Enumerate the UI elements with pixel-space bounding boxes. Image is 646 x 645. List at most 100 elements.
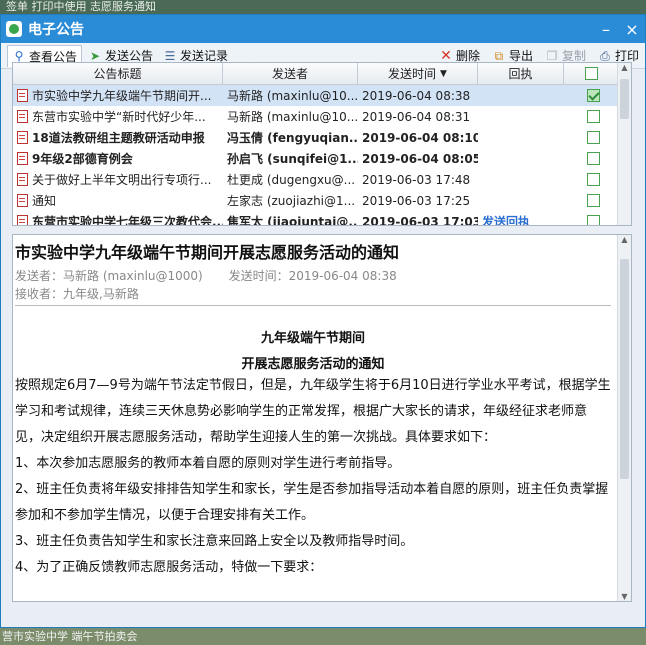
list-scroll-thumb[interactable]	[620, 79, 629, 119]
detail-send-time: 发送时间：2019-06-04 08:38	[228, 269, 397, 283]
detail-body: 按照规定6月7—9号为端午节法定节假日，但是，九年级学生将于6月10日进行学业水…	[15, 373, 611, 581]
detail-scroll-thumb[interactable]	[620, 259, 629, 479]
column-header-title[interactable]: 公告标题	[13, 63, 223, 84]
table-row[interactable]: 9年级2部德育例会 孙启飞 (sunqifei@1... 2019-06-04 08…	[13, 148, 631, 169]
row-title: 关于做好上半年文明出行专项行...	[32, 173, 212, 187]
scroll-up-icon[interactable]: ▲	[618, 63, 631, 72]
sort-down-icon: ▼	[440, 68, 447, 79]
row-checkbox[interactable]	[587, 173, 600, 186]
close-button[interactable]: ×	[619, 15, 645, 43]
document-icon	[17, 194, 28, 207]
detail-paragraph: 4、为了正确反馈教师志愿服务活动，特做一下要求：	[15, 560, 323, 575]
minimize-button[interactable]: –	[593, 15, 619, 43]
row-checkbox-cell	[564, 89, 619, 102]
row-checkbox[interactable]	[587, 194, 600, 207]
detail-heading-1: 九年级端午节期间	[260, 331, 365, 346]
column-header-time-label: 发送时间	[388, 67, 437, 81]
document-icon	[17, 89, 28, 102]
table-row[interactable]: 市实验中学九年级端午节期间开... 马新路 (maxinlu@10... 2019-…	[13, 85, 631, 106]
column-header-receipt[interactable]: 回执	[478, 63, 564, 84]
row-title-cell: 通知	[13, 192, 223, 209]
document-icon	[17, 110, 28, 123]
document-icon	[17, 215, 28, 225]
detail-meta: 发送者：马新路 (maxinlu@1000) 发送时间：2019-06-04 0…	[15, 267, 419, 284]
export-icon: ⧉	[494, 48, 504, 63]
row-checkbox-cell	[564, 215, 619, 225]
document-icon	[17, 152, 28, 165]
row-title: 市实验中学九年级端午节期间开...	[32, 89, 212, 103]
row-time: 2019-06-03 17:03	[362, 214, 478, 226]
detail-divider	[15, 305, 611, 306]
list-header: 公告标题 发送者 发送时间 ▼ 回执	[13, 63, 631, 85]
row-title: 东营市实验中学七年级三次教代会...	[32, 215, 223, 226]
detail-paragraph: 3、班主任负责告知学生和家长注意来回路上安全以及教师指导时间。	[15, 534, 414, 549]
row-sender: 焦军太 (jiaojuntai@...	[227, 215, 358, 226]
list-icon: ☰	[164, 48, 176, 63]
row-time: 2019-06-04 08:38	[362, 88, 471, 103]
document-icon	[17, 131, 28, 144]
table-row[interactable]: 通知 左家志 (zuojiazhi@1... 2019-06-03 17:25	[13, 190, 631, 211]
row-title: 通知	[32, 194, 57, 208]
table-row[interactable]: 东营市实验中学七年级三次教代会... 焦军太 (jiaojuntai@... 201…	[13, 211, 631, 226]
send-arrow-icon: ➤	[89, 48, 101, 63]
title-bar[interactable]: 电子公告 – ×	[1, 15, 645, 43]
row-checkbox[interactable]	[587, 131, 600, 144]
list-scrollbar[interactable]: ▲	[617, 63, 631, 225]
row-sender: 马新路 (maxinlu@10...	[227, 110, 358, 124]
row-checkbox-cell	[564, 131, 619, 144]
row-title: 18道法教研组主题教研活动申报	[32, 131, 205, 145]
column-header-sender[interactable]: 发送者	[223, 63, 358, 84]
row-checkbox[interactable]	[587, 152, 600, 165]
printer-icon: ⎙	[600, 48, 610, 63]
pane-splitter[interactable]	[12, 226, 632, 234]
announcement-detail: 市实验中学九年级端午节期间开展志愿服务活动的通知 发送者：马新路 (maxinl…	[12, 234, 632, 602]
row-title-cell: 东营市实验中学“新时代好少年...	[13, 108, 223, 125]
detail-sender: 发送者：马新路 (maxinlu@1000)	[15, 269, 203, 283]
table-row[interactable]: 东营市实验中学“新时代好少年... 马新路 (maxinlu@10... 2019-…	[13, 106, 631, 127]
row-title-cell: 18道法教研组主题教研活动申报	[13, 129, 223, 146]
table-row[interactable]: 关于做好上半年文明出行专项行... 杜更成 (dugengxu@... 2019-0…	[13, 169, 631, 190]
row-sender: 左家志 (zuojiazhi@1...	[227, 194, 356, 208]
row-checkbox[interactable]	[587, 215, 600, 225]
column-header-time[interactable]: 发送时间 ▼	[358, 63, 478, 84]
row-checkbox-cell	[564, 194, 619, 207]
row-sender: 马新路 (maxinlu@10...	[227, 89, 358, 103]
detail-paragraph: 按照规定6月7—9号为端午节法定节假日，但是，九年级学生将于6月10日进行学业水…	[15, 378, 611, 445]
scroll-down-icon[interactable]: ▼	[618, 592, 631, 601]
desktop-bottom-strip: 营市实验中学 端午节拍卖会	[0, 628, 646, 645]
select-all-checkbox[interactable]	[585, 67, 598, 80]
copy-icon: ❐	[546, 48, 558, 63]
row-checkbox[interactable]	[587, 110, 600, 123]
row-time: 2019-06-03 17:25	[362, 193, 471, 208]
detail-heading-2: 开展志愿服务活动的通知	[241, 357, 385, 372]
detail-title: 市实验中学九年级端午节期间开展志愿服务活动的通知	[15, 243, 400, 262]
row-time: 2019-06-04 08:10	[362, 130, 478, 145]
row-title-cell: 关于做好上半年文明出行专项行...	[13, 171, 223, 188]
row-sender: 杜更成 (dugengxu@...	[227, 173, 356, 187]
row-time: 2019-06-04 08:05	[362, 151, 478, 166]
detail-recipients: 接收者：九年级,马新路	[15, 287, 139, 301]
detail-paragraph: 1、本次参加志愿服务的教师本着自愿的原则对学生进行考前指导。	[15, 456, 401, 471]
scroll-up-icon[interactable]: ▲	[618, 235, 631, 244]
column-header-select-all[interactable]	[564, 63, 619, 84]
row-receipt[interactable]: 发送回执	[478, 213, 564, 225]
window-title: 电子公告	[28, 22, 84, 38]
row-title-cell: 市实验中学九年级端午节期间开...	[13, 87, 223, 104]
row-title-cell: 东营市实验中学七年级三次教代会...	[13, 213, 223, 226]
detail-scrollbar[interactable]: ▲ ▼	[617, 235, 631, 601]
row-time: 2019-06-04 08:31	[362, 109, 471, 124]
table-row[interactable]: 18道法教研组主题教研活动申报 冯玉倩 (fengyuqian... 2019-06…	[13, 127, 631, 148]
row-checkbox[interactable]	[587, 89, 600, 102]
delete-x-icon: ✕	[440, 47, 452, 64]
row-sender: 冯玉倩 (fengyuqian...	[227, 131, 358, 145]
list-body: 市实验中学九年级端午节期间开... 马新路 (maxinlu@10... 2019-…	[13, 85, 631, 226]
desktop-top-strip: 签单 打印中使用 志愿服务通知	[0, 0, 646, 14]
app-logo-icon	[6, 21, 22, 37]
row-sender: 孙启飞 (sunqifei@1...	[227, 152, 358, 166]
detail-paragraph: 2、班主任负责将年级安排排告知学生和家长，学生是否参加指导活动本着自愿的原则，班…	[15, 482, 609, 523]
row-checkbox-cell	[564, 152, 619, 165]
magnifier-icon: ⚲	[14, 49, 24, 63]
row-checkbox-cell	[564, 173, 619, 186]
row-title: 东营市实验中学“新时代好少年...	[32, 110, 206, 124]
document-icon	[17, 173, 28, 186]
